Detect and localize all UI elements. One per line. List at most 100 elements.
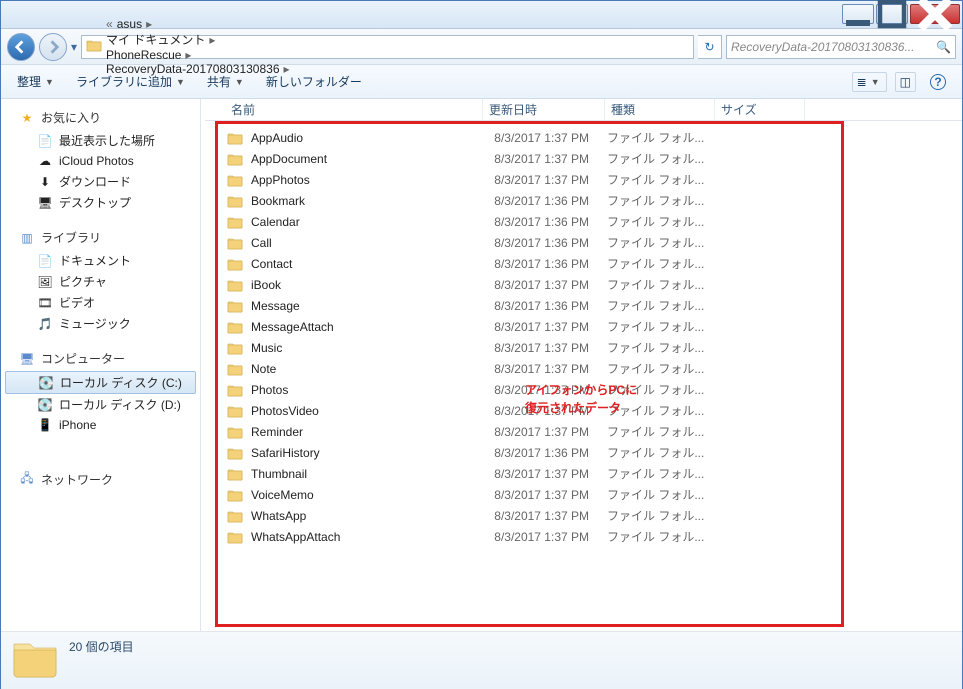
share-menu[interactable]: 共有 ▼: [201, 71, 252, 92]
table-row[interactable]: Music 8/3/2017 1:37 PM ファイル フォル...: [215, 337, 950, 358]
sidebar-item[interactable]: 💽ローカル ディスク (D:): [1, 394, 200, 415]
table-row[interactable]: Note 8/3/2017 1:37 PM ファイル フォル...: [215, 358, 950, 379]
folder-icon: [227, 341, 243, 355]
sidebar-item[interactable]: 🎞ビデオ: [1, 292, 200, 313]
table-row[interactable]: Photos 8/3/2017 1:37 PM ファイル フォル...: [215, 379, 950, 400]
table-row[interactable]: Bookmark 8/3/2017 1:36 PM ファイル フォル...: [215, 190, 950, 211]
forward-button[interactable]: [39, 33, 67, 61]
col-size[interactable]: サイズ: [715, 99, 805, 120]
table-row[interactable]: AppDocument 8/3/2017 1:37 PM ファイル フォル...: [215, 148, 950, 169]
minimize-button[interactable]: [842, 4, 874, 24]
file-type: ファイル フォル...: [607, 423, 704, 440]
history-dropdown-icon[interactable]: ▾: [71, 40, 77, 54]
navigation-bar: ▾ « asus ▸マイ ドキュメント ▸PhoneRescue ▸Recove…: [1, 29, 962, 65]
search-input[interactable]: RecoveryData-20170803130836... 🔍: [726, 35, 956, 59]
favorites-header[interactable]: ★お気に入り: [1, 107, 200, 130]
file-name: iBook: [251, 278, 487, 292]
file-date: 8/3/2017 1:37 PM: [487, 173, 607, 187]
file-date: 8/3/2017 1:37 PM: [487, 341, 607, 355]
help-button[interactable]: ?: [924, 72, 952, 92]
file-date: 8/3/2017 1:36 PM: [487, 194, 607, 208]
maximize-button[interactable]: [876, 4, 908, 24]
file-date: 8/3/2017 1:37 PM: [487, 131, 607, 145]
file-name: Photos: [251, 383, 487, 397]
col-type[interactable]: 種類: [605, 99, 715, 120]
file-name: Music: [251, 341, 487, 355]
file-name: AppDocument: [251, 152, 487, 166]
sidebar-item[interactable]: 📄ドキュメント: [1, 250, 200, 271]
organize-menu[interactable]: 整理 ▼: [11, 71, 62, 92]
nav-icon: 📱: [37, 417, 53, 433]
table-row[interactable]: Message 8/3/2017 1:36 PM ファイル フォル...: [215, 295, 950, 316]
file-name: Call: [251, 236, 487, 250]
file-type: ファイル フォル...: [607, 171, 704, 188]
preview-pane-button[interactable]: ◫: [895, 72, 916, 92]
folder-icon: [227, 488, 243, 502]
sidebar-item[interactable]: 🎵ミュージック: [1, 313, 200, 334]
computer-header[interactable]: 🖥コンピューター: [1, 348, 200, 371]
nav-icon: 💽: [38, 375, 54, 391]
table-row[interactable]: AppAudio 8/3/2017 1:37 PM ファイル フォル...: [215, 127, 950, 148]
col-date[interactable]: 更新日時: [483, 99, 605, 120]
sidebar-item[interactable]: 📄最近表示した場所: [1, 130, 200, 151]
add-to-library-menu[interactable]: ライブラリに追加 ▼: [70, 71, 193, 92]
back-button[interactable]: [7, 33, 35, 61]
folder-icon: [227, 131, 243, 145]
file-type: ファイル フォル...: [607, 360, 704, 377]
folder-icon: [227, 383, 243, 397]
table-row[interactable]: SafariHistory 8/3/2017 1:36 PM ファイル フォル.…: [215, 442, 950, 463]
nav-icon: [37, 437, 53, 453]
file-list-pane: 名前 更新日時 種類 サイズ アイフォンからPCに 復元されたデータ AppAu…: [205, 99, 962, 631]
refresh-button[interactable]: ↻: [698, 35, 722, 59]
column-headers[interactable]: 名前 更新日時 種類 サイズ: [205, 99, 962, 121]
folder-icon: [227, 320, 243, 334]
nav-icon: 📄: [37, 253, 53, 269]
item-count: 20 個の項目: [69, 636, 134, 655]
file-type: ファイル フォル...: [607, 129, 704, 146]
file-name: VoiceMemo: [251, 488, 487, 502]
nav-icon: 🖼: [37, 274, 53, 290]
sidebar-item[interactable]: ⬇ダウンロード: [1, 171, 200, 192]
folder-icon: [227, 362, 243, 376]
table-row[interactable]: Contact 8/3/2017 1:36 PM ファイル フォル...: [215, 253, 950, 274]
close-button[interactable]: [910, 4, 960, 24]
nav-icon: ☁: [37, 153, 53, 169]
network-header[interactable]: 🖧ネットワーク: [1, 469, 200, 492]
sidebar-item[interactable]: 🖼ピクチャ: [1, 271, 200, 292]
table-row[interactable]: Thumbnail 8/3/2017 1:37 PM ファイル フォル...: [215, 463, 950, 484]
table-row[interactable]: PhotosVideo 8/3/2017 1:37 PM ファイル フォル...: [215, 400, 950, 421]
file-type: ファイル フォル...: [607, 150, 704, 167]
table-row[interactable]: Call 8/3/2017 1:36 PM ファイル フォル...: [215, 232, 950, 253]
col-name[interactable]: 名前: [225, 99, 483, 120]
breadcrumb-item[interactable]: マイ ドキュメント ▸: [106, 31, 290, 48]
breadcrumb-item[interactable]: « asus ▸: [106, 17, 290, 31]
address-bar[interactable]: « asus ▸マイ ドキュメント ▸PhoneRescue ▸Recovery…: [81, 35, 694, 59]
file-name: WhatsApp: [251, 509, 487, 523]
folder-icon: [227, 236, 243, 250]
table-row[interactable]: Reminder 8/3/2017 1:37 PM ファイル フォル...: [215, 421, 950, 442]
table-row[interactable]: Calendar 8/3/2017 1:36 PM ファイル フォル...: [215, 211, 950, 232]
file-name: SafariHistory: [251, 446, 487, 460]
folder-icon: [227, 257, 243, 271]
table-row[interactable]: AppPhotos 8/3/2017 1:37 PM ファイル フォル...: [215, 169, 950, 190]
folder-icon: [227, 446, 243, 460]
table-row[interactable]: WhatsApp 8/3/2017 1:37 PM ファイル フォル...: [215, 505, 950, 526]
new-folder-button[interactable]: 新しいフォルダー: [260, 71, 368, 92]
file-date: 8/3/2017 1:37 PM: [487, 362, 607, 376]
table-row[interactable]: WhatsAppAttach 8/3/2017 1:37 PM ファイル フォル…: [215, 526, 950, 547]
file-name: Calendar: [251, 215, 487, 229]
table-row[interactable]: VoiceMemo 8/3/2017 1:37 PM ファイル フォル...: [215, 484, 950, 505]
file-date: 8/3/2017 1:37 PM: [487, 152, 607, 166]
sidebar-item[interactable]: ☁iCloud Photos: [1, 151, 200, 171]
table-row[interactable]: iBook 8/3/2017 1:37 PM ファイル フォル...: [215, 274, 950, 295]
breadcrumb-item[interactable]: PhoneRescue ▸: [106, 48, 290, 62]
breadcrumb[interactable]: « asus ▸マイ ドキュメント ▸PhoneRescue ▸Recovery…: [106, 17, 290, 76]
sidebar-item[interactable]: [1, 435, 200, 455]
libraries-header[interactable]: ▥ライブラリ: [1, 227, 200, 250]
view-options-button[interactable]: ≣ ▼: [852, 72, 887, 92]
navigation-pane[interactable]: ★お気に入り 📄最近表示した場所☁iCloud Photos⬇ダウンロード🖥デス…: [1, 99, 201, 631]
table-row[interactable]: MessageAttach 8/3/2017 1:37 PM ファイル フォル.…: [215, 316, 950, 337]
sidebar-item[interactable]: 🖥デスクトップ: [1, 192, 200, 213]
sidebar-item[interactable]: 📱iPhone: [1, 415, 200, 435]
sidebar-item[interactable]: 💽ローカル ディスク (C:): [5, 371, 196, 394]
